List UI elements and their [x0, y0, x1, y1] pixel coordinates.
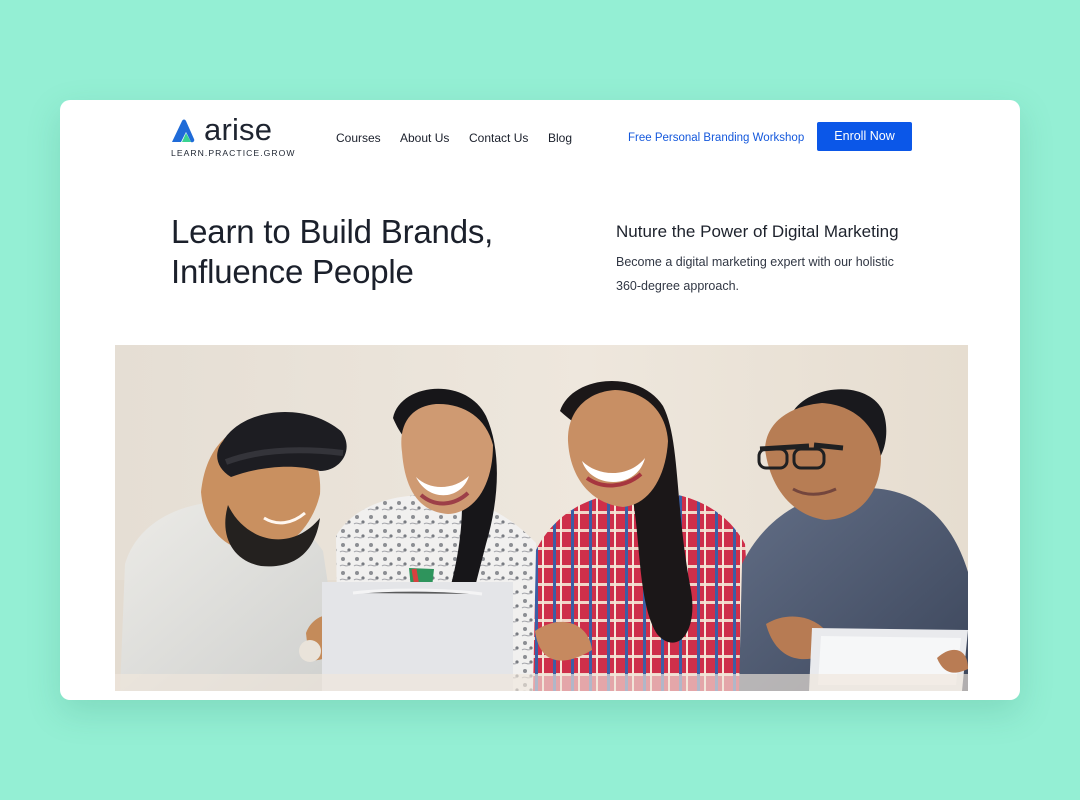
brand-logo[interactable]: arise LEARN.PRACTICE.GROW [171, 112, 294, 160]
hero-description: Become a digital marketing expert with o… [616, 250, 926, 298]
arise-logo-icon [172, 119, 195, 143]
students-illustration [115, 345, 968, 691]
brand-name: arise [204, 112, 273, 147]
hero-title-line-1: Learn to Build Brands, [171, 213, 494, 250]
hero-description-line-1: Become a digital marketing expert with o… [616, 255, 894, 269]
enroll-now-button[interactable]: Enroll Now [817, 122, 912, 151]
nav-blog-link[interactable]: Blog [548, 130, 572, 146]
hero-title-line-2: Influence People [171, 253, 414, 290]
students-laptop-hero-image [115, 345, 968, 691]
brand-tagline: LEARN.PRACTICE.GROW [171, 148, 296, 158]
landing-page-card: arise LEARN.PRACTICE.GROW Courses About … [60, 100, 1020, 700]
nav-about-us-link[interactable]: About Us [400, 130, 449, 146]
hero-title: Learn to Build Brands, Influence People [171, 212, 531, 292]
nav-contact-us-link[interactable]: Contact Us [469, 130, 528, 146]
free-branding-workshop-link[interactable]: Free Personal Branding Workshop [628, 130, 804, 146]
hero-description-line-2: 360-degree approach. [616, 279, 740, 293]
nav-courses-link[interactable]: Courses [336, 130, 381, 146]
hero-subtitle: Nuture the Power of Digital Marketing [616, 222, 899, 241]
